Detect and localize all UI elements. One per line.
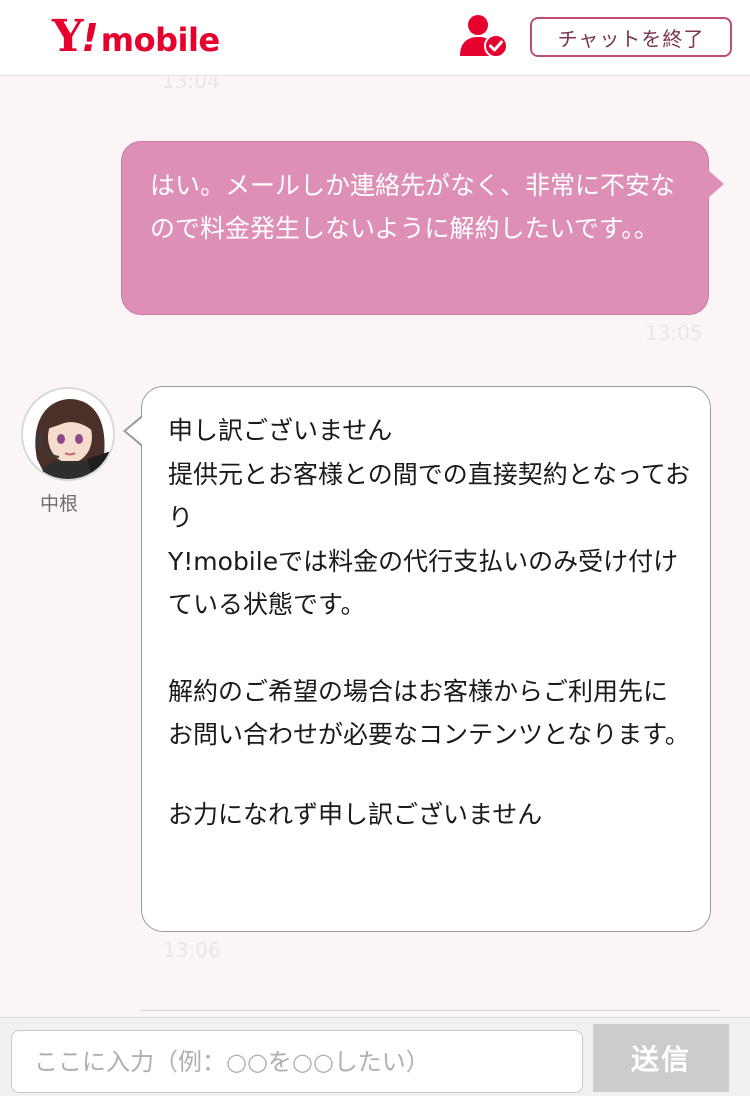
bubble-tail xyxy=(708,170,724,198)
agent-avatar xyxy=(21,387,115,481)
divider xyxy=(140,1010,720,1011)
input-bar: 送信 xyxy=(0,1017,750,1096)
app-header: Y ! mobile チャットを終了 xyxy=(0,0,750,76)
bubble-tail xyxy=(126,417,143,445)
chat-log[interactable]: 13:04 はい。メールしか連絡先がなく、非常に不安なので料金発生しないように解… xyxy=(0,77,750,1017)
end-chat-button[interactable]: チャットを終了 xyxy=(530,17,732,57)
ymobile-logo: Y ! mobile xyxy=(52,11,220,62)
user-message-timestamp: 13:05 xyxy=(645,321,703,345)
agent-message-paragraph: お力になれず申し訳ございません xyxy=(168,799,543,829)
agent-message-paragraph: 申し訳ございません 提供元とお客様との間での直接契約となっており Y!mobil… xyxy=(168,416,691,619)
chat-input[interactable] xyxy=(11,1030,583,1093)
message-timestamp: 13:04 xyxy=(162,77,220,93)
operator-check-icon[interactable] xyxy=(458,14,508,58)
agent-message-timestamp: 13:06 xyxy=(163,938,221,962)
send-button[interactable]: 送信 xyxy=(593,1024,729,1092)
user-message-bubble: はい。メールしか連絡先がなく、非常に不安なので料金発生しないように解約したいです… xyxy=(121,141,724,315)
agent-message-bubble: 申し訳ございません 提供元とお客様との間での直接契約となっており Y!mobil… xyxy=(123,386,711,932)
agent-message-paragraph: 解約のご希望の場合はお客様からご利用先にお問い合わせが必要なコンテンツとなります… xyxy=(168,676,690,750)
agent-name: 中根 xyxy=(39,493,78,515)
user-message-text: はい。メールしか連絡先がなく、非常に不安なので料金発生しないように解約したいです… xyxy=(150,171,676,243)
